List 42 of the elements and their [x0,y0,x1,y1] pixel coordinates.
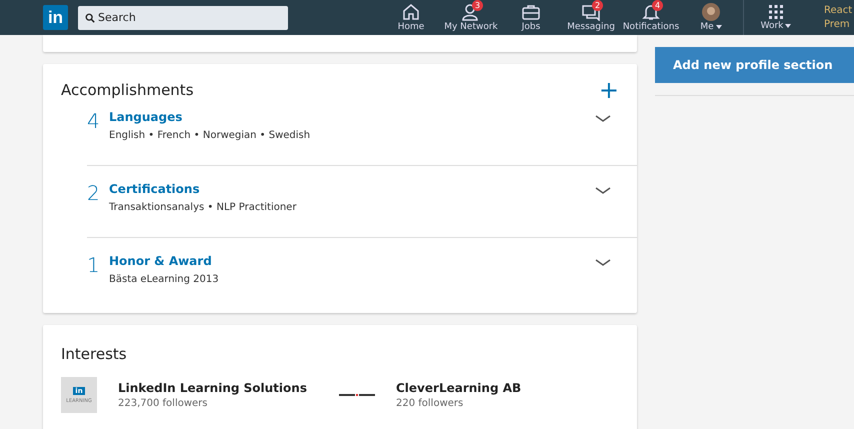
nav-item[interactable]: Home [381,3,441,32]
briefcase-icon [521,3,541,21]
logo[interactable]: in [43,5,68,30]
section-title: Accomplishments [61,81,194,99]
nav-item[interactable]: Messaging 2 [561,3,621,32]
caret-icon [785,24,792,28]
chevron-down-icon[interactable] [595,187,611,195]
accomplishment-details: English • French • Norwegian • Swedish [109,130,312,141]
company-name[interactable]: CleverLearning AB [396,381,522,395]
notification-badge: 2 [592,0,603,11]
chevron-down-icon[interactable] [595,259,611,267]
nav-item[interactable]: Notifications 4 [621,3,681,32]
count: 1 [87,254,101,276]
add-button[interactable]: + [598,80,619,100]
nav-item[interactable]: Me [681,3,741,32]
chevron-down-icon[interactable] [595,115,611,123]
follower-count: 223,700 followers [118,398,208,409]
nav-item[interactable]: My Network 3 [441,3,501,32]
caret-icon [716,24,722,28]
bell-icon [641,3,661,21]
count: 4 [87,110,101,132]
search-icon [85,12,95,22]
search-field[interactable]: Search [78,6,288,30]
accomplishment-link[interactable]: Honor & Award [109,254,595,268]
accomplishment-details: Transaktionsanalys • NLP Practitioner [109,202,298,213]
accomplishment-details: Bästa eLearning 2013 [109,274,220,285]
notification-badge: 4 [652,0,663,11]
avatar [702,3,720,21]
grid-icon [768,4,784,20]
company-name[interactable]: LinkedIn Learning Solutions [118,381,307,395]
accomplishment-link[interactable]: Certifications [109,182,595,196]
home-icon [401,3,421,21]
nav-item[interactable]: Jobs [501,3,561,32]
add-profile-section-button[interactable]: Add new profile section [655,47,854,83]
section-title: Interests [61,345,128,363]
follower-count: 220 followers [396,398,464,409]
notification-badge: 3 [472,0,483,11]
people-icon [461,3,481,21]
chat-icon [581,3,601,21]
company-logo [339,393,375,397]
count: 2 [87,182,101,204]
accomplishment-link[interactable]: Languages [109,110,595,124]
